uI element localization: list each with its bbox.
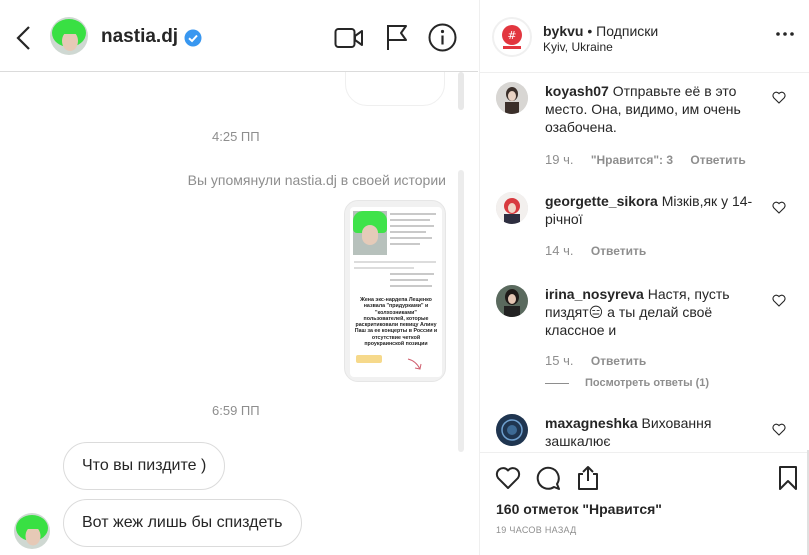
heart-icon[interactable] [495,465,521,491]
story-arrow-icon [407,358,422,370]
post-age[interactable]: 19 ЧАСОВ НАЗАД [496,525,577,535]
commenter-avatar[interactable] [496,192,528,224]
comment-time[interactable]: 14 ч. [545,243,573,258]
heart-icon[interactable] [772,201,786,214]
direct-chat-panel: nastia.dj 4:25 ПП Вы упомянули nastia.dj… [0,0,478,555]
heart-icon[interactable] [772,294,786,307]
back-icon[interactable] [12,24,36,52]
commenter-avatar[interactable] [496,285,528,317]
share-icon[interactable] [575,465,601,491]
previous-message-bubble [345,72,445,106]
heart-icon[interactable] [772,91,786,104]
follow-status[interactable]: Подписки [596,23,658,39]
report-flag-icon[interactable] [385,23,409,51]
post-actions: 160 отметок "Нравится" 19 ЧАСОВ НАЗАД [480,452,809,555]
comment-meta: 15 ч. Ответить [545,353,660,368]
message-timestamp: 6:59 ПП [212,403,260,418]
commenter-avatar[interactable] [496,82,528,114]
story-caption: Жена экс-нардепа Лещенко назвала "придур… [354,297,438,348]
comment-time[interactable]: 19 ч. [545,152,573,167]
story-mention-notice: Вы упомянули nastia.dj в своей истории [187,172,446,188]
comment-text: maxagneshka Виховання зашкалює [545,414,755,450]
chat-header: nastia.dj [0,0,478,72]
comment-text: koyash07 Отправьте её в это место. Она, … [545,82,755,136]
comment-meta: 14 ч. Ответить [545,243,660,258]
reply-button[interactable]: Ответить [591,354,646,368]
chat-username[interactable]: nastia.dj [101,26,178,48]
info-icon[interactable] [428,23,457,52]
chat-thread[interactable]: 4:25 ПП Вы упомянули nastia.dj в своей и… [0,72,478,555]
comment-text: irina_nosyreva Настя, пусть пиздят😑 а ты… [545,285,755,339]
reply-button[interactable]: Ответить [690,153,745,167]
separator: • [587,23,597,39]
sender-avatar[interactable] [14,513,50,549]
likes-count[interactable]: 160 отметок "Нравится" [496,501,662,517]
more-icon[interactable] [774,26,796,42]
message-timestamp: 4:25 ПП [212,129,260,144]
post-comments-panel: # bykvu • Подписки Kyiv, Ukraine koyash0… [479,0,809,555]
reply-button[interactable]: Ответить [591,244,646,258]
verified-icon [184,29,202,47]
comment-likes[interactable]: "Нравится": 3 [591,153,673,167]
bookmark-icon[interactable] [775,465,801,491]
commenter-avatar[interactable] [496,414,528,446]
received-message[interactable]: Что вы пиздите ) [63,442,226,490]
story-mention-preview[interactable]: Жена экс-нардепа Лещенко назвала "придур… [344,200,446,382]
commenter-name[interactable]: irina_nosyreva [545,286,644,302]
heart-icon[interactable] [772,423,786,436]
commenter-name[interactable]: koyash07 [545,83,609,99]
comment-time[interactable]: 15 ч. [545,353,573,368]
view-replies-button[interactable]: Посмотреть ответы (1) [545,377,709,389]
story-screenshot: Жена экс-нардепа Лещенко назвала "придур… [350,207,442,377]
account-name[interactable]: bykvu [543,23,583,39]
story-photo [353,211,387,255]
commenter-name[interactable]: maxagneshka [545,415,638,431]
received-message[interactable]: Вот жеж лишь бы спиздеть [63,499,302,547]
video-call-icon[interactable] [334,25,364,51]
scrollbar-track[interactable] [458,170,464,452]
post-header: # bykvu • Подписки Kyiv, Ukraine [480,0,809,73]
svg-text:#: # [507,29,516,42]
account-line: bykvu • Подписки [543,23,658,39]
scrollbar[interactable] [458,72,464,110]
account-avatar[interactable]: # [492,17,532,57]
comment-text: georgette_sikora Мізків,як у 14-річної [545,192,755,228]
story-tag [356,355,382,363]
post-location[interactable]: Kyiv, Ukraine [543,40,613,54]
comment-meta: 19 ч. "Нравится": 3 Ответить [545,152,760,167]
commenter-name[interactable]: georgette_sikora [545,193,658,209]
comment-icon[interactable] [535,465,561,491]
chat-avatar[interactable] [50,17,88,55]
